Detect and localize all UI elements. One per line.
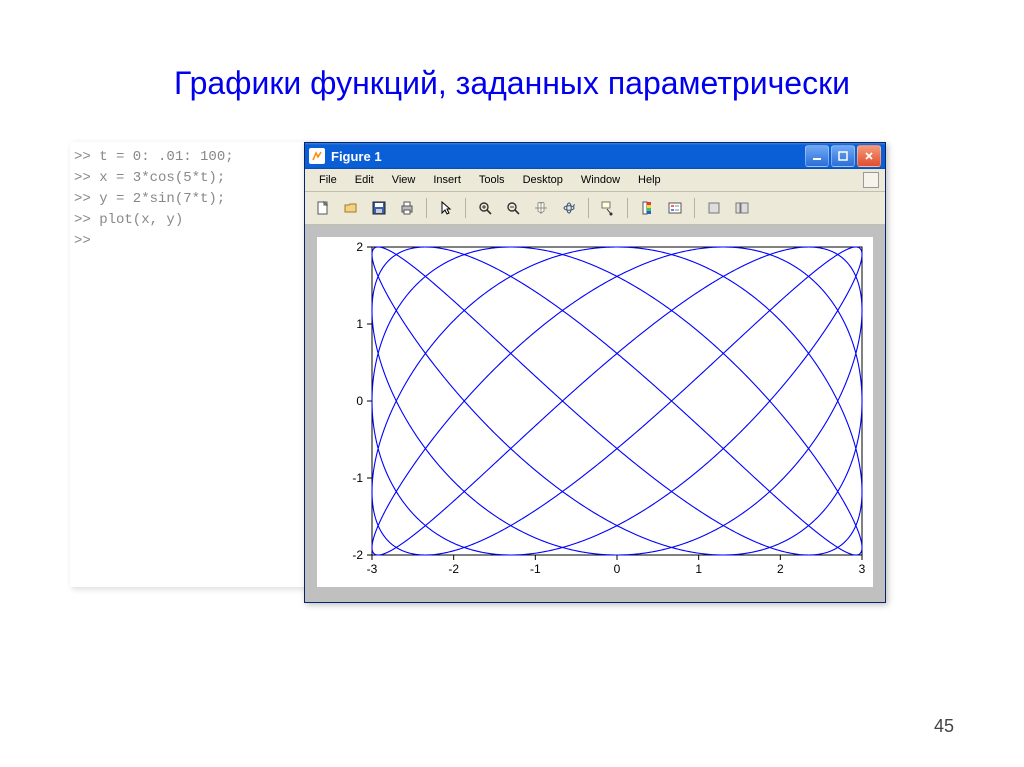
print-icon[interactable] [395,196,419,220]
plot-area: -3 -2 -1 0 1 2 3 -2 -1 0 1 2 [305,225,885,602]
toolbar [305,192,885,225]
x-tick-label: 0 [614,562,621,576]
dock-icon[interactable] [863,172,879,188]
x-tick-label: -1 [530,562,541,576]
toolbar-separator [426,198,427,218]
y-tick-label: 2 [356,240,363,254]
toolbar-separator [588,198,589,218]
open-file-icon[interactable] [339,196,363,220]
hide-plot-tools-icon[interactable] [702,196,726,220]
insert-colorbar-icon[interactable] [635,196,659,220]
menu-help[interactable]: Help [630,172,669,188]
menu-tools[interactable]: Tools [471,172,513,188]
toolbar-separator [465,198,466,218]
matlab-icon [309,148,325,164]
zoom-out-icon[interactable] [501,196,525,220]
y-tick-label: -1 [352,471,363,485]
menu-window[interactable]: Window [573,172,628,188]
zoom-in-icon[interactable] [473,196,497,220]
figure-window: Figure 1 File Edit View Insert Tools Des… [304,142,886,603]
rotate3d-icon[interactable] [557,196,581,220]
close-button[interactable] [857,145,881,167]
page-number: 45 [934,716,954,737]
x-tick-label: -3 [367,562,378,576]
menu-insert[interactable]: Insert [425,172,469,188]
show-plot-tools-icon[interactable] [730,196,754,220]
y-tick-label: 1 [356,317,363,331]
matlab-code: >> t = 0: .01: 100; >> x = 3*cos(5*t); >… [70,142,314,587]
x-tick-label: 2 [777,562,784,576]
code-line: >> [74,233,91,249]
pointer-icon[interactable] [434,196,458,220]
data-cursor-icon[interactable] [596,196,620,220]
window-title: Figure 1 [331,149,382,164]
maximize-button[interactable] [831,145,855,167]
x-tick-label: 1 [695,562,702,576]
menubar: File Edit View Insert Tools Desktop Wind… [305,169,885,192]
titlebar[interactable]: Figure 1 [305,143,885,169]
menu-edit[interactable]: Edit [347,172,382,188]
slide-title: Графики функций, заданных параметрически [0,0,1024,102]
menu-desktop[interactable]: Desktop [515,172,571,188]
toolbar-separator [694,198,695,218]
chart-axes[interactable]: -3 -2 -1 0 1 2 3 -2 -1 0 1 2 [317,237,873,587]
menu-file[interactable]: File [311,172,345,188]
new-file-icon[interactable] [311,196,335,220]
x-tick-label: -2 [448,562,459,576]
code-line: >> plot(x, y) [74,212,183,228]
toolbar-separator [627,198,628,218]
code-line: >> x = 3*cos(5*t); [74,170,225,186]
y-tick-label: 0 [356,394,363,408]
pan-icon[interactable] [529,196,553,220]
code-line: >> y = 2*sin(7*t); [74,191,225,207]
x-tick-label: 3 [859,562,866,576]
y-tick-label: -2 [352,548,363,562]
code-line: >> t = 0: .01: 100; [74,149,234,165]
minimize-button[interactable] [805,145,829,167]
save-icon[interactable] [367,196,391,220]
menu-view[interactable]: View [384,172,424,188]
insert-legend-icon[interactable] [663,196,687,220]
